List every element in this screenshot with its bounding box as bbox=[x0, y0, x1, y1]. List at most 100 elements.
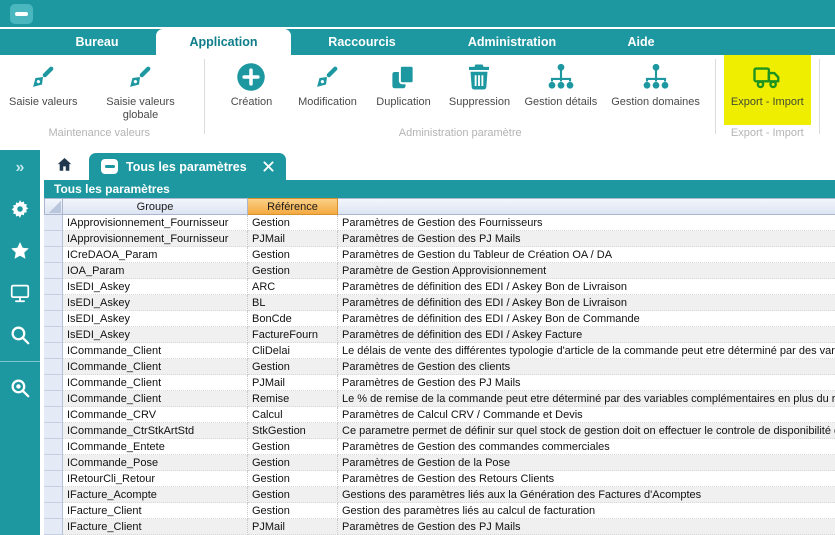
search-location-icon[interactable] bbox=[9, 377, 31, 399]
table-row[interactable]: IsEDI_AskeyBLParamètres de définition de… bbox=[44, 295, 835, 311]
row-selector[interactable] bbox=[44, 407, 63, 423]
row-selector[interactable] bbox=[44, 487, 63, 503]
ribbon-tab-bar: BureauApplicationRaccourcisAdministratio… bbox=[0, 29, 835, 55]
cell-groupe: IsEDI_Askey bbox=[63, 279, 248, 295]
cell-reference: Calcul bbox=[248, 407, 338, 423]
cell-reference: BL bbox=[248, 295, 338, 311]
cell-groupe: ICommande_CtrStkArtStd bbox=[63, 423, 248, 439]
cell-designation: Paramètres de définition des EDI / Askey… bbox=[338, 311, 835, 327]
cr-ation-button[interactable]: Création bbox=[213, 55, 289, 125]
ribbon-tab-aide[interactable]: Aide bbox=[591, 29, 691, 55]
view-title-text: Tous les paramètres bbox=[54, 182, 170, 196]
table-row[interactable]: ICommande_CRVCalculParamètres de Calcul … bbox=[44, 407, 835, 423]
table-row[interactable]: IRetourCli_RetourGestionParamètres de Ge… bbox=[44, 471, 835, 487]
table-row[interactable]: IApprovisionnement_FournisseurPJMailPara… bbox=[44, 231, 835, 247]
cell-groupe: IFacture_Acompte bbox=[63, 487, 248, 503]
search-icon[interactable] bbox=[9, 324, 31, 346]
row-selector[interactable] bbox=[44, 231, 63, 247]
table-row[interactable]: ICommande_PoseGestionParamètres de Gesti… bbox=[44, 455, 835, 471]
button-label: Export - Import bbox=[731, 96, 804, 109]
cell-designation: Paramètres de Gestion des PJ Mails bbox=[338, 231, 835, 247]
app-icon-dash bbox=[15, 12, 28, 16]
row-selector[interactable] bbox=[44, 263, 63, 279]
table-row[interactable]: ICommande_ClientGestionParamètres de Ges… bbox=[44, 359, 835, 375]
suppression-button[interactable]: Suppression bbox=[441, 55, 517, 125]
cell-groupe: ICommande_Client bbox=[63, 375, 248, 391]
row-selector[interactable] bbox=[44, 343, 63, 359]
table-row[interactable]: IsEDI_AskeyARCParamètres de définition d… bbox=[44, 279, 835, 295]
cell-groupe: IsEDI_Askey bbox=[63, 311, 248, 327]
saisie-valeurs-globale-button[interactable]: Saisie valeurs globale bbox=[84, 55, 196, 125]
table-row[interactable]: IOA_ParamGestionParamètre de Gestion App… bbox=[44, 263, 835, 279]
row-selector[interactable] bbox=[44, 311, 63, 327]
saisie-valeurs-button[interactable]: Saisie valeurs bbox=[2, 55, 84, 125]
table-row[interactable]: ICommande_CtrStkArtStdStkGestionCe param… bbox=[44, 423, 835, 439]
row-selector[interactable] bbox=[44, 423, 63, 439]
cell-groupe: ICommande_Client bbox=[63, 391, 248, 407]
column-header-groupe[interactable]: Groupe bbox=[63, 198, 248, 215]
tab-home[interactable] bbox=[44, 153, 84, 180]
tab-title: Tous les paramètres bbox=[126, 160, 247, 174]
column-header-r-f-rence[interactable]: Référence bbox=[248, 198, 338, 215]
favorites-star-icon[interactable] bbox=[9, 240, 31, 262]
table-row[interactable]: IsEDI_AskeyBonCdeParamètres de définitio… bbox=[44, 311, 835, 327]
table-row[interactable]: ICreDAOA_ParamGestionParamètres de Gesti… bbox=[44, 247, 835, 263]
button-label: Gestion détails bbox=[524, 96, 597, 109]
cell-reference: Gestion bbox=[248, 263, 338, 279]
ribbon-group-separator bbox=[715, 59, 716, 134]
row-selector[interactable] bbox=[44, 279, 63, 295]
row-selector[interactable] bbox=[44, 375, 63, 391]
row-selector[interactable] bbox=[44, 519, 63, 535]
window-titlebar bbox=[0, 0, 835, 29]
button-label: Suppression bbox=[449, 96, 510, 109]
cell-reference: PJMail bbox=[248, 231, 338, 247]
ribbon-group-administration-param-tre: CréationModificationDuplication Suppressi… bbox=[213, 55, 706, 150]
column-header-designation[interactable] bbox=[338, 198, 835, 215]
gestion-d-tails-button[interactable]: Gestion détails bbox=[517, 55, 604, 125]
ribbon-tab-raccourcis[interactable]: Raccourcis bbox=[291, 29, 433, 55]
document-tab-bar: Tous les paramètres bbox=[44, 150, 835, 180]
row-selector[interactable] bbox=[44, 215, 63, 231]
cell-reference: Gestion bbox=[248, 487, 338, 503]
tab-tous-les-parametres[interactable]: Tous les paramètres bbox=[89, 153, 286, 180]
cell-designation: Gestion des paramètres liés au calcul de… bbox=[338, 503, 835, 519]
table-row[interactable]: ICommande_ClientPJMailParamètres de Gest… bbox=[44, 375, 835, 391]
ribbon-tab-application[interactable]: Application bbox=[156, 29, 291, 55]
row-selector[interactable] bbox=[44, 391, 63, 407]
ribbon-group-label: Export - Import bbox=[724, 127, 811, 142]
cell-reference: PJMail bbox=[248, 519, 338, 535]
table-row[interactable]: IFacture_ClientGestionGestion des paramè… bbox=[44, 503, 835, 519]
row-selector[interactable] bbox=[44, 503, 63, 519]
table-row[interactable]: IsEDI_AskeyFactureFournParamètres de déf… bbox=[44, 327, 835, 343]
row-selector[interactable] bbox=[44, 471, 63, 487]
export-import-button[interactable]: Export - Import bbox=[724, 55, 811, 125]
modification-button[interactable]: Modification bbox=[289, 55, 365, 125]
monitor-icon[interactable] bbox=[9, 282, 31, 304]
select-all-corner[interactable] bbox=[44, 198, 63, 215]
cell-designation: Paramètres de Gestion des Retours Client… bbox=[338, 471, 835, 487]
cell-designation: Paramètres de Gestion des clients bbox=[338, 359, 835, 375]
table-row[interactable]: ICommande_EnteteGestionParamètres de Ges… bbox=[44, 439, 835, 455]
row-selector[interactable] bbox=[44, 359, 63, 375]
close-tab-icon[interactable] bbox=[263, 161, 274, 172]
row-selector[interactable] bbox=[44, 439, 63, 455]
ribbon-tab-administration[interactable]: Administration bbox=[433, 29, 591, 55]
duplication-button[interactable]: Duplication bbox=[365, 55, 441, 125]
table-row[interactable]: IFacture_ClientPJMailParamètres de Gesti… bbox=[44, 519, 835, 535]
gestion-domaines-button[interactable]: Gestion domaines bbox=[604, 55, 707, 125]
expand-sidebar-chevron-icon[interactable]: » bbox=[16, 160, 25, 176]
row-selector[interactable] bbox=[44, 247, 63, 263]
ribbon-tab-bureau[interactable]: Bureau bbox=[38, 29, 156, 55]
ribbon-group-maintenance-valeurs: Saisie valeursSaisie valeurs globaleMain… bbox=[2, 55, 196, 150]
settings-gear-icon[interactable] bbox=[9, 198, 31, 220]
row-selector[interactable] bbox=[44, 455, 63, 471]
button-label: Gestion domaines bbox=[611, 96, 700, 109]
table-row[interactable]: IApprovisionnement_FournisseurGestionPar… bbox=[44, 215, 835, 231]
table-row[interactable]: ICommande_ClientRemiseLe % de remise de … bbox=[44, 391, 835, 407]
cell-reference: Gestion bbox=[248, 455, 338, 471]
table-row[interactable]: IFacture_AcompteGestionGestions des para… bbox=[44, 487, 835, 503]
row-selector[interactable] bbox=[44, 295, 63, 311]
table-row[interactable]: ICommande_ClientCliDelaiLe délais de ven… bbox=[44, 343, 835, 359]
plus-circle-icon bbox=[236, 62, 266, 92]
row-selector[interactable] bbox=[44, 327, 63, 343]
